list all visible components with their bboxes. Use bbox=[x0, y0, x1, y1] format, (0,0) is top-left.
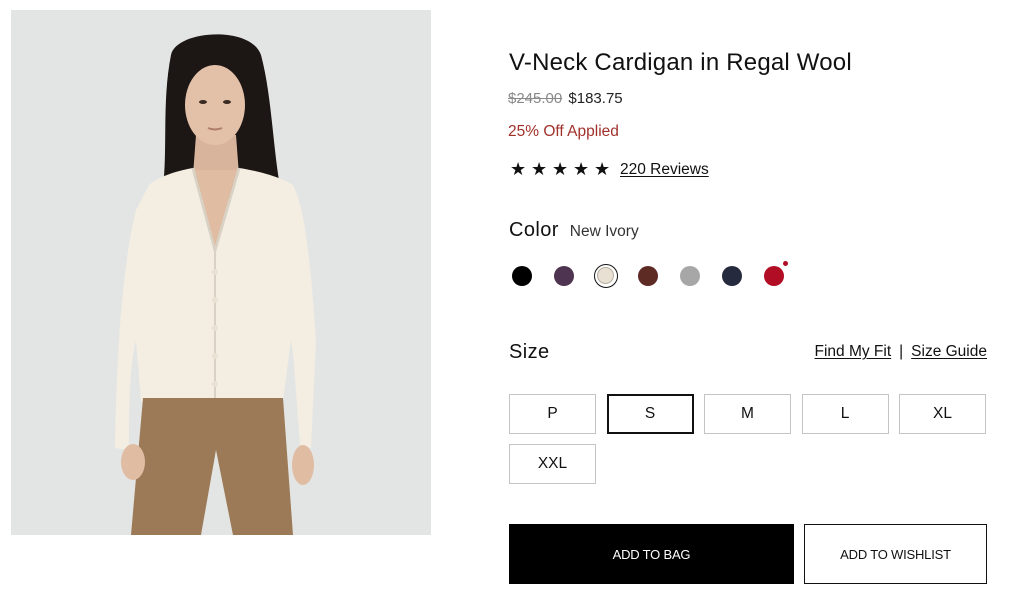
color-label: Color bbox=[509, 219, 559, 241]
link-separator: | bbox=[899, 343, 904, 360]
swatch-color-dot bbox=[638, 266, 658, 286]
size-option-p[interactable]: P bbox=[509, 394, 596, 434]
color-swatch-black[interactable] bbox=[510, 264, 534, 288]
selected-color-name: New Ivory bbox=[569, 223, 639, 240]
original-price: $245.00 bbox=[508, 90, 563, 107]
add-to-wishlist-button[interactable]: ADD TO WISHLIST bbox=[804, 524, 987, 584]
star-icon: ★ bbox=[510, 159, 527, 180]
fit-links: Find My Fit | Size Guide bbox=[814, 343, 987, 361]
size-guide-link[interactable]: Size Guide bbox=[911, 343, 987, 361]
color-swatch-grey[interactable] bbox=[678, 264, 702, 288]
star-icon: ★ bbox=[594, 159, 611, 180]
reviews-link[interactable]: 220 Reviews bbox=[620, 161, 709, 179]
color-swatch-brown[interactable] bbox=[636, 264, 660, 288]
rating-stars: ★ ★ ★ ★ ★ bbox=[510, 160, 615, 180]
swatch-color-dot bbox=[764, 266, 784, 286]
size-option-s[interactable]: S bbox=[606, 394, 694, 434]
swatch-color-dot bbox=[597, 267, 614, 284]
find-my-fit-link[interactable]: Find My Fit bbox=[814, 343, 891, 361]
new-badge-dot bbox=[783, 261, 788, 266]
size-option-l[interactable]: L bbox=[801, 394, 889, 434]
add-to-bag-button[interactable]: ADD TO BAG bbox=[509, 524, 794, 584]
product-image[interactable] bbox=[11, 10, 431, 535]
swatch-color-dot bbox=[722, 266, 742, 286]
star-icon: ★ bbox=[531, 159, 548, 180]
rating-row: ★ ★ ★ ★ ★ 220 Reviews bbox=[510, 160, 709, 180]
star-icon: ★ bbox=[552, 159, 569, 180]
discount-label: 25% Off Applied bbox=[508, 123, 619, 140]
size-option-xxl[interactable]: XXL bbox=[509, 444, 596, 484]
size-option-m[interactable]: M bbox=[704, 394, 791, 434]
swatch-color-dot bbox=[680, 266, 700, 286]
color-selector-header: Color New Ivory bbox=[509, 219, 639, 242]
swatch-color-dot bbox=[512, 266, 532, 286]
product-title: V-Neck Cardigan in Regal Wool bbox=[509, 49, 852, 76]
size-option-xl[interactable]: XL bbox=[899, 394, 986, 434]
color-swatch-plum[interactable] bbox=[552, 264, 576, 288]
color-swatch-navy[interactable] bbox=[720, 264, 744, 288]
color-swatch-new-ivory[interactable] bbox=[594, 264, 618, 288]
swatch-color-dot bbox=[554, 266, 574, 286]
sale-price: $183.75 bbox=[568, 90, 623, 107]
size-label: Size bbox=[509, 341, 550, 363]
star-icon: ★ bbox=[573, 159, 590, 180]
model-photo-illustration bbox=[11, 10, 431, 535]
color-swatch-red[interactable] bbox=[762, 261, 788, 288]
price-block: $245.00 $183.75 bbox=[508, 90, 623, 107]
